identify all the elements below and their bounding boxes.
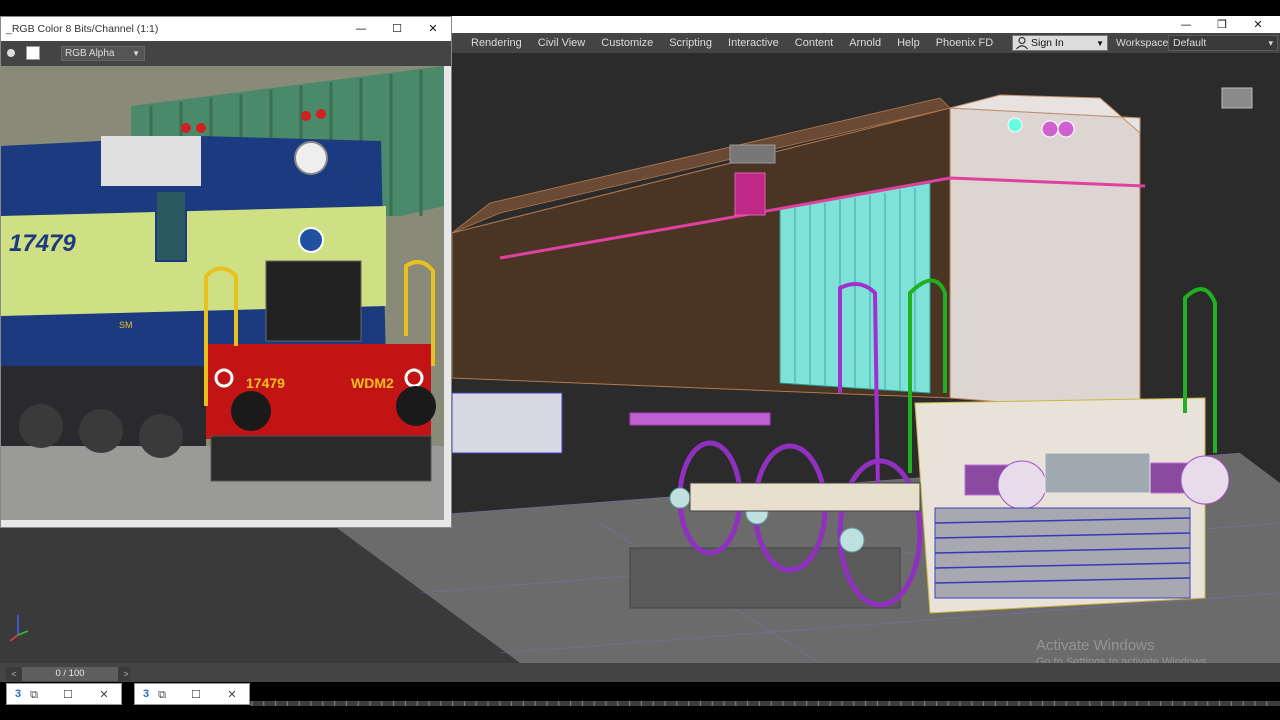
minimized-window-tab-1[interactable]: 3 ⧉ ☐ ✕ [6,683,122,705]
frame-buffer-titlebar: _RGB Color 8 Bits/Channel (1:1) — ☐ ✕ [1,17,451,41]
headlight-left [1041,120,1059,138]
photo-loco-class: WDM2 [351,375,394,391]
frame-buffer-maximize-button[interactable]: ☐ [379,20,415,37]
restore-icon[interactable]: ⧉ [155,687,169,703]
close-icon[interactable]: ✕ [97,687,111,703]
frame-buffer-toolbar: RGB Alpha ▼ [1,41,451,66]
desktop: — ❐ ✕ Rendering Civil View Customize Scr… [0,0,1280,720]
photo-side-number: 17479 [9,230,76,257]
photo-horn-4 [196,123,206,133]
maximize-icon[interactable]: ☐ [61,687,75,703]
roof-vent [734,172,766,216]
color-dot-icon[interactable] [7,49,15,57]
photo-radiator [265,260,362,342]
photo-cowcatcher [210,435,432,482]
fuel-tank [451,392,563,454]
photo-loco-number: 17479 [246,375,285,391]
minimize-button[interactable]: — [1168,16,1204,33]
frame-buffer-close-button[interactable]: ✕ [415,20,451,37]
floor-grate [629,547,901,609]
menu-arnold[interactable]: Arnold [841,33,889,53]
reference-photo: 17479 WDM2 17479 SM [1,66,444,520]
frame-buffer-title: _RGB Color 8 Bits/Channel (1:1) [6,23,159,35]
window-tabs: 3 ⧉ ☐ ✕ 3 ⧉ ☐ ✕ 202530354045505560657075… [0,682,1280,720]
time-prev-arrow[interactable]: < [8,667,20,681]
buffer-head-left [997,460,1047,510]
photo-horn-3 [181,123,191,133]
menu-help[interactable]: Help [889,33,928,53]
max-window-titlebar: — ❐ ✕ [452,16,1280,33]
activate-windows-watermark: Activate Windows Go to Settings to activ… [1036,637,1210,663]
coupler [1044,452,1151,494]
bogie-frame [689,482,921,512]
photo-wheel-2 [79,409,123,453]
photo-buffer-left [231,391,271,431]
menu-rendering[interactable]: Rendering [463,33,530,53]
timeline: < 0 / 100 > 3 ⧉ ☐ ✕ 3 ⧉ ☐ ✕ 202530354045… [0,663,1280,720]
frame-buffer-vscroll[interactable] [444,66,451,520]
time-slider[interactable]: 0 / 100 [22,667,118,681]
purple-step [629,412,771,426]
menu-content[interactable]: Content [787,33,842,53]
photo-horn-2 [316,109,326,119]
watermark-subtitle: Go to Settings to activate Windows. [1036,656,1210,663]
close-button[interactable]: ✕ [1240,16,1276,33]
workspace-value: Default [1173,37,1207,49]
photo-wheel-3 [139,414,183,458]
menu-customize[interactable]: Customize [593,33,661,53]
photo-wheel-1 [19,404,63,448]
channel-value: RGB Alpha [65,48,115,59]
menu-civil-view[interactable]: Civil View [530,33,593,53]
photo-emblem [298,227,324,253]
channel-select[interactable]: RGB Alpha ▼ [61,46,145,61]
photo-cab-window [155,190,187,262]
frame-buffer-hscroll[interactable] [1,520,451,527]
menu-bar: Rendering Civil View Customize Scripting… [452,33,1280,53]
photo-headlight [294,141,328,175]
watermark-title: Activate Windows [1036,637,1155,654]
chevron-down-icon: ▼ [132,49,140,58]
headlight-right [1057,120,1075,138]
bottom-black-strip [0,706,1280,720]
locomotive-photo: 17479 WDM2 17479 SM [1,66,444,520]
restore-icon[interactable]: ⧉ [27,687,41,703]
photo-side-code: SM [119,320,133,330]
time-next-arrow[interactable]: > [120,667,132,681]
sign-in-dropdown[interactable]: Sign In ▼ [1012,35,1108,51]
top-black-bar [0,0,1280,16]
buffer-head-right [1180,455,1230,505]
white-swatch[interactable] [26,46,40,60]
marker-light [1007,117,1023,133]
restore-button[interactable]: ❐ [1204,16,1240,33]
photo-white-roof [101,136,201,186]
menu-phoenix-fd[interactable]: Phoenix FD [928,33,1001,53]
exhaust-stack [729,144,776,164]
chevron-down-icon: ▾ [1268,38,1273,48]
menu-scripting[interactable]: Scripting [661,33,720,53]
minimized-window-tab-2[interactable]: 3 ⧉ ☐ ✕ [134,683,250,705]
menu-interactive[interactable]: Interactive [720,33,787,53]
cab-front-panel [949,107,1141,414]
maximize-icon[interactable]: ☐ [189,687,203,703]
viewcube [1221,87,1253,109]
close-icon[interactable]: ✕ [225,687,239,703]
photo-horn-1 [301,111,311,121]
chevron-down-icon: ▼ [1096,39,1104,48]
user-icon [1016,36,1028,50]
frame-buffer-window[interactable]: _RGB Color 8 Bits/Channel (1:1) — ☐ ✕ RG… [0,16,452,528]
sign-in-label: Sign In [1031,37,1064,49]
photo-buffer-right [396,386,436,426]
frame-buffer-minimize-button[interactable]: — [343,20,379,37]
workspace-select[interactable]: Default ▾ [1168,35,1278,51]
